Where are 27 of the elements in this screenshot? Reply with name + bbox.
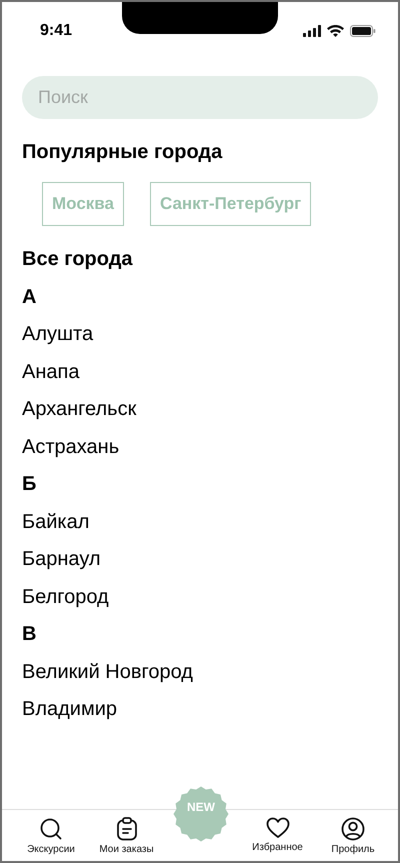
- heart-icon: [266, 817, 290, 839]
- tab-item[interactable]: Избранное: [242, 810, 312, 861]
- city-item[interactable]: Алушта: [22, 316, 94, 354]
- city-item[interactable]: Белгород: [22, 578, 109, 616]
- battery-icon: [350, 25, 376, 37]
- city-item[interactable]: Барнаул: [22, 541, 101, 578]
- city-item[interactable]: Архангельск: [22, 391, 136, 428]
- letter-heading: А: [22, 284, 36, 310]
- search-icon: [39, 817, 63, 841]
- search-field[interactable]: Поиск: [22, 76, 378, 119]
- city-item[interactable]: Великий Новгород: [22, 654, 193, 691]
- section-title: Популярные города: [22, 141, 222, 163]
- city-item[interactable]: Анапа: [22, 354, 80, 391]
- letter-heading: В: [22, 622, 36, 647]
- section-title: Все города: [22, 247, 133, 272]
- tab-item[interactable]: Мои заказы: [92, 810, 162, 861]
- wifi-icon: [327, 25, 344, 37]
- tab-item[interactable]: Профиль: [318, 810, 388, 861]
- clipboard-icon: [116, 817, 138, 841]
- city-item[interactable]: Владимир: [22, 691, 118, 728]
- status-time: 9:41: [40, 22, 72, 40]
- city-item[interactable]: Астрахань: [22, 428, 120, 466]
- city-item[interactable]: Байкал: [22, 504, 90, 541]
- letter-heading: Б: [22, 472, 36, 497]
- tab-item[interactable]: Экскурсии: [16, 810, 86, 861]
- profile-icon: [341, 817, 365, 841]
- signal-icon: [303, 25, 321, 37]
